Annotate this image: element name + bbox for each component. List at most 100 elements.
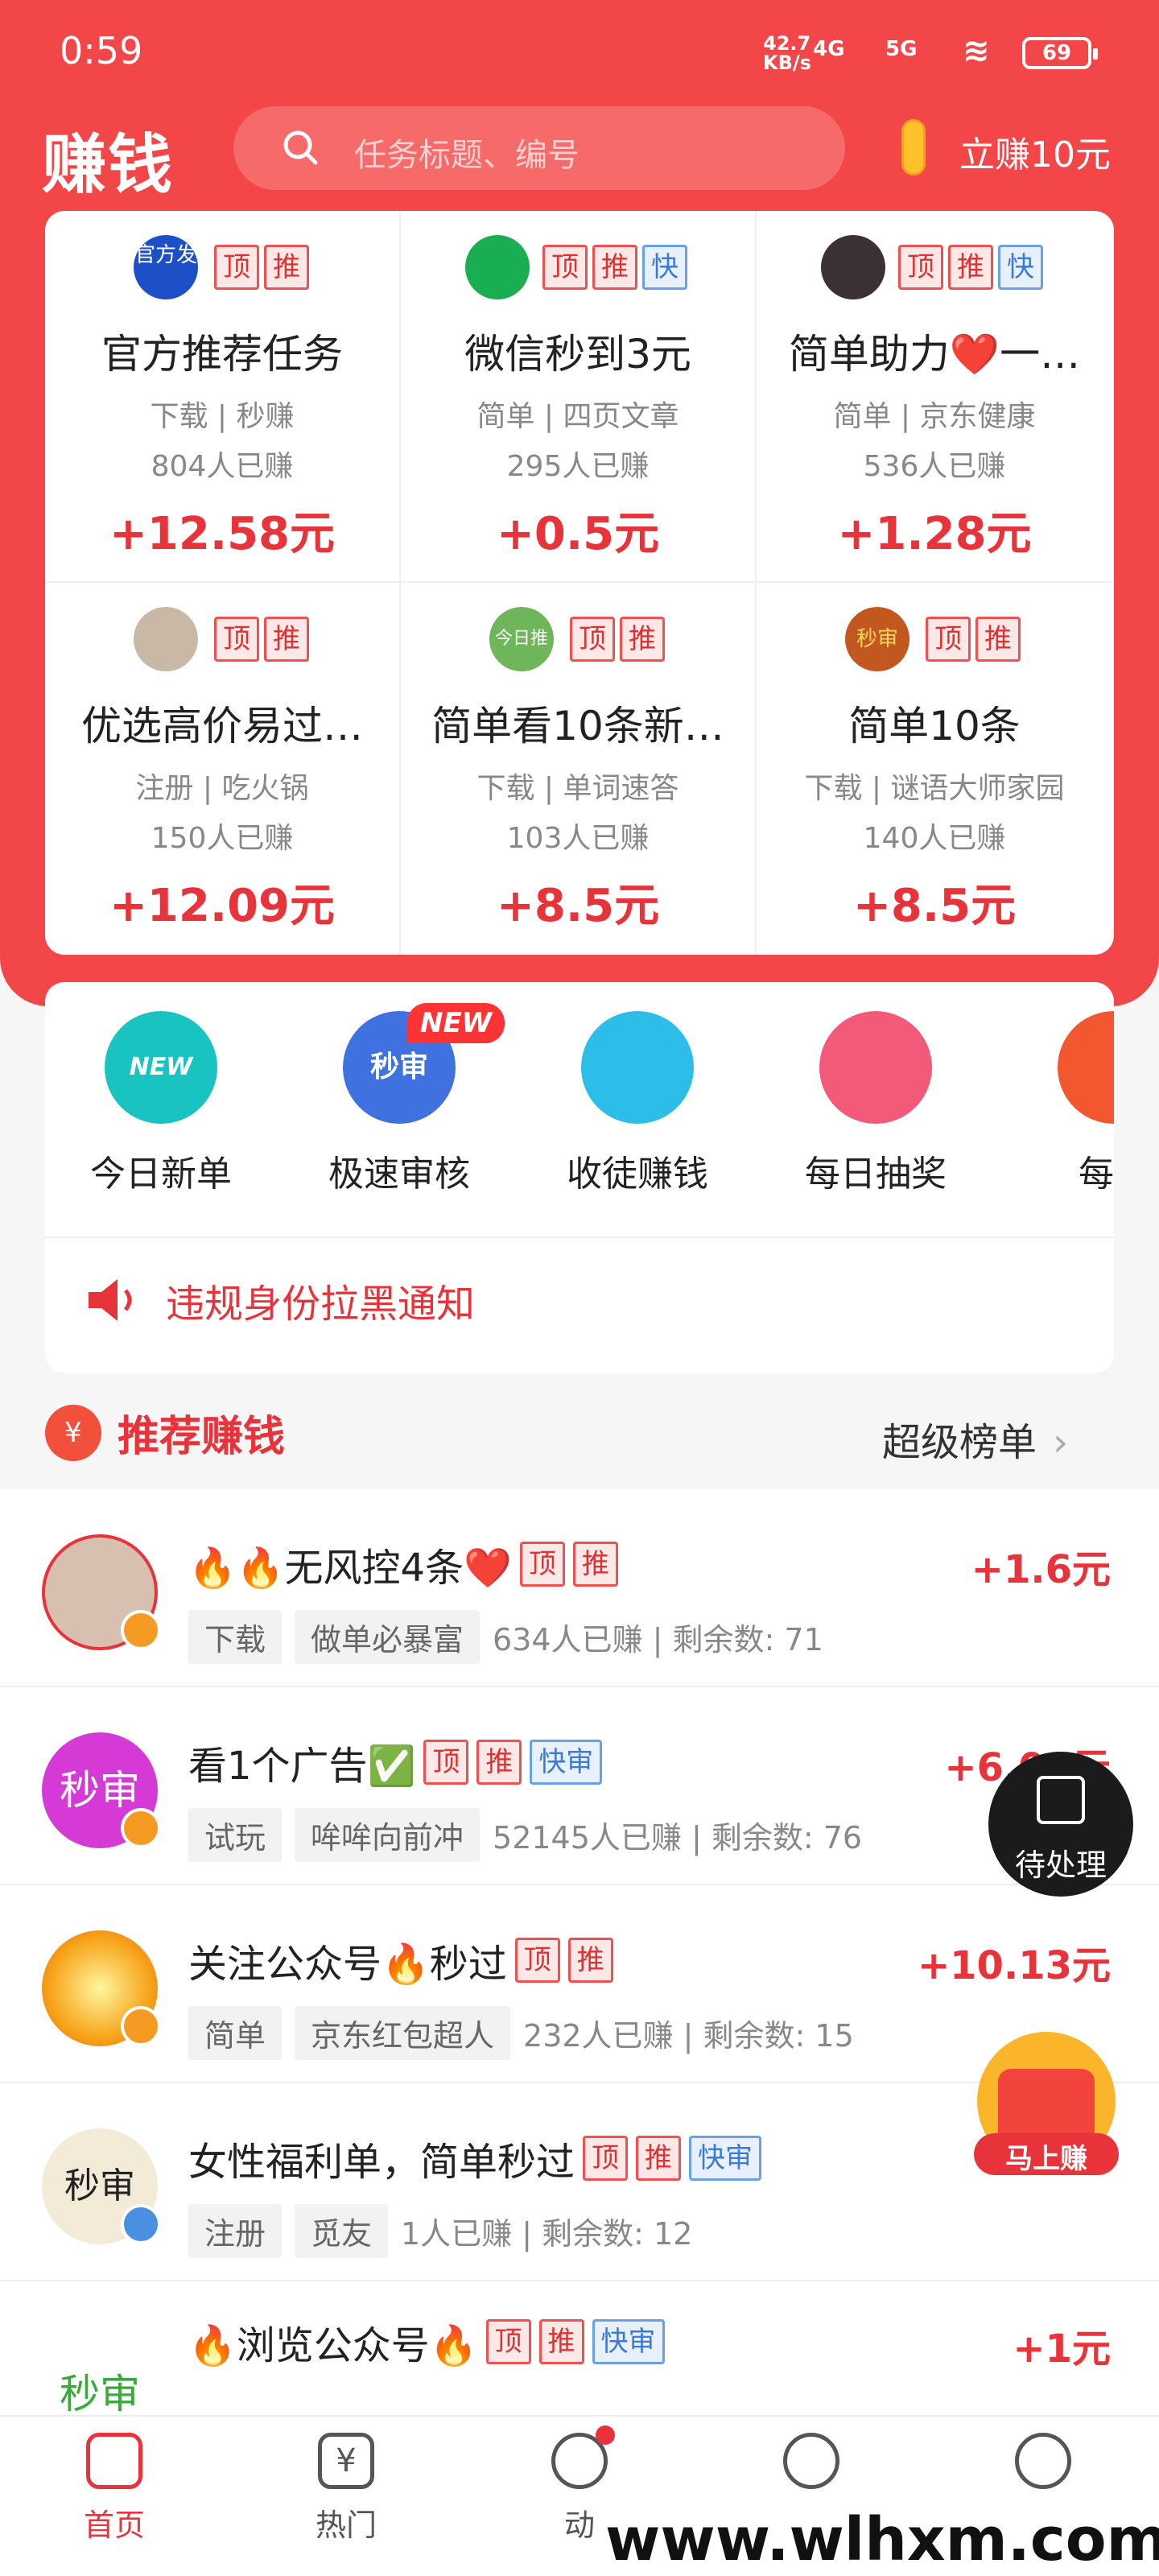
task-category: 下载 | 秒赚 (150, 400, 295, 433)
task-avatar (134, 607, 198, 671)
featured-task-card[interactable]: 顶 推 快 微信秒到3元 简单 | 四页文章 295人已赚 +0.5元 (401, 211, 757, 583)
task-earned-count: 536人已赚 (863, 450, 1006, 483)
quick-entry-panel: NEW 今日新单 秒审 NEW 极速审核 收徒赚钱 每日抽奖 每日 违规身份拉黑… (45, 982, 1114, 1373)
quick-daily-lottery[interactable]: 每日抽奖 (779, 1011, 972, 1196)
fast-review-icon: 秒审 NEW (343, 1003, 505, 1124)
featured-task-card[interactable]: 秒审 顶 推 简单10条 下载 | 谜语大师家园 140人已赚 +8.5元 (757, 583, 1112, 955)
broadcast-icon (551, 2425, 615, 2489)
notice-bar[interactable]: 违规身份拉黑通知 (85, 1272, 475, 1328)
tag-top: 顶 (214, 617, 259, 662)
nav-profile[interactable] (963, 2433, 1124, 2500)
featured-task-card[interactable]: 顶 推 快 简单助力❤️一… 简单 | 京东健康 536人已赚 +1.28元 (757, 211, 1112, 583)
nav-home[interactable]: 首页 (34, 2433, 195, 2545)
featured-task-card[interactable]: 顶 推 优选高价易过… 注册 | 吃火锅 150人已赚 +12.09元 (45, 583, 401, 955)
task-category: 注册 | 吃火锅 (135, 772, 309, 805)
task-stats: 634人已赚 | 剩余数: 71 (493, 1622, 823, 1657)
status-bar: 0:59 42.7 KB/s 4G 5G ≋ 69 (0, 0, 1159, 105)
quick-fast-review[interactable]: 秒审 NEW 极速审核 (303, 1003, 505, 1196)
wechat-icon (465, 235, 530, 299)
search-bar[interactable]: 任务标题、编号 (233, 106, 845, 190)
task-title: 看1个广告✅ (188, 1744, 416, 1789)
tag-recommend: 推 (264, 617, 309, 662)
tag-top: 顶 (514, 1938, 560, 1983)
task-avatar: 秒审 (845, 607, 909, 671)
quick-recruit-earn[interactable]: 收徒赚钱 (541, 1011, 734, 1196)
chevron-right-icon: › (1053, 1420, 1069, 1465)
super-ranking-link[interactable]: 超级榜单 › (882, 1410, 1068, 1467)
featured-task-card[interactable]: 今日推 顶 推 简单看10条新… 下载 | 单词速答 103人已赚 +8.5元 (401, 583, 757, 955)
red-packet-float-button[interactable]: 马上赚 (966, 2029, 1127, 2190)
search-icon (283, 130, 318, 165)
task-title: 🔥🔥无风控4条❤️ (188, 1546, 512, 1591)
user-icon (1015, 2433, 1071, 2489)
task-avatar: 秒审 (42, 2314, 158, 2429)
task-price: +12.09元 (109, 880, 336, 932)
task-category: 下载 | 单词速答 (476, 772, 679, 805)
tag-top: 顶 (485, 2319, 531, 2364)
task-type-chip: 试玩 (188, 1808, 283, 1862)
tag-recommend: 推 (264, 245, 309, 290)
task-price: +12.58元 (109, 508, 336, 560)
task-avatar: 官方发 (134, 235, 198, 299)
divider (45, 1236, 1114, 1238)
tag-recommend: 推 (592, 245, 637, 290)
tag-top: 顶 (898, 245, 943, 290)
task-category: 简单 | 京东健康 (833, 400, 1036, 433)
search-placeholder: 任务标题、编号 (354, 137, 580, 174)
task-amount: +1元 (1013, 2326, 1111, 2372)
pending-float-button[interactable]: 待处理 (988, 1752, 1133, 1897)
featured-task-grid: 官方发 顶 推 官方推荐任务 下载 | 秒赚 804人已赚 +12.58元 顶 … (45, 211, 1114, 955)
quick-today-new[interactable]: NEW 今日新单 (64, 1011, 258, 1196)
task-list-item[interactable]: 🔥🔥无风控4条❤️ 顶 推 下载 做单必暴富 634人已赚 | 剩余数: 71 … (0, 1489, 1159, 1687)
task-type-chip: 注册 (188, 2204, 283, 2258)
task-type-chip: 下载 (188, 1610, 283, 1664)
task-price: +8.5元 (496, 880, 660, 932)
battery-icon: 69 (1022, 37, 1098, 69)
tag-top: 顶 (519, 1542, 565, 1587)
task-title: 优选高价易过… (81, 703, 363, 749)
task-title: 简单看10条新… (431, 703, 724, 749)
nav-discover[interactable] (731, 2433, 892, 2500)
task-category: 简单 | 四页文章 (476, 400, 679, 433)
task-price: +0.5元 (496, 508, 660, 560)
tag-top: 顶 (570, 617, 615, 662)
task-app-chip: 觅友 (295, 2204, 389, 2258)
app-logo: 赚钱 (42, 127, 174, 202)
nav-hot[interactable]: ¥ 热门 (266, 2433, 427, 2545)
task-stats: 52145人已赚 | 剩余数: 76 (493, 1820, 863, 1856)
quick-daily[interactable]: 每日 (1017, 1011, 1114, 1196)
bottom-nav: 首页 ¥ 热门 动 www.wlhxm.com (0, 2415, 1159, 2576)
task-app-chip: 做单必暴富 (295, 1610, 481, 1664)
crown-icon (121, 2006, 161, 2046)
recruit-icon (581, 1011, 694, 1124)
tag-recommend: 推 (975, 617, 1021, 662)
wifi-icon: ≋ (963, 32, 990, 69)
task-category: 下载 | 谜语大师家园 (804, 772, 1065, 805)
task-earned-count: 150人已赚 (151, 822, 294, 855)
tag-top: 顶 (423, 1740, 469, 1785)
tag-recommend: 推 (620, 617, 665, 662)
tag-fast-review: 快审 (592, 2319, 665, 2364)
task-title: 官方推荐任务 (101, 331, 343, 378)
signal-5g-icon: 5G (885, 37, 918, 61)
tag-recommend: 推 (476, 1740, 522, 1785)
crown-icon (121, 1610, 161, 1650)
task-list-item[interactable]: 秒审 看1个广告✅ 顶 推 快审 试玩 哞哞向前冲 52145人已赚 | 剩余数… (0, 1687, 1159, 1885)
task-earned-count: 103人已赚 (506, 822, 650, 855)
tag-fast: 快 (642, 245, 687, 290)
task-avatar: 今日推 (489, 607, 554, 671)
tag-top: 顶 (926, 617, 971, 662)
notification-dot (596, 2425, 615, 2445)
tag-fast: 快 (998, 245, 1043, 290)
money-bag-icon: ¥ (45, 1404, 101, 1461)
task-amount: +1.6元 (971, 1547, 1111, 1592)
new-order-icon: NEW (105, 1011, 217, 1124)
crown-icon (121, 1808, 161, 1848)
tag-recommend: 推 (572, 1542, 618, 1587)
featured-task-card[interactable]: 官方发 顶 推 官方推荐任务 下载 | 秒赚 804人已赚 +12.58元 (45, 211, 401, 583)
tag-fast-review: 快审 (689, 2136, 762, 2181)
watermark: www.wlhxm.com (605, 2505, 1159, 2574)
status-time: 0:59 (60, 29, 143, 72)
task-stats: 232人已赚 | 剩余数: 15 (523, 2018, 854, 2054)
task-earned-count: 804人已赚 (151, 450, 294, 483)
